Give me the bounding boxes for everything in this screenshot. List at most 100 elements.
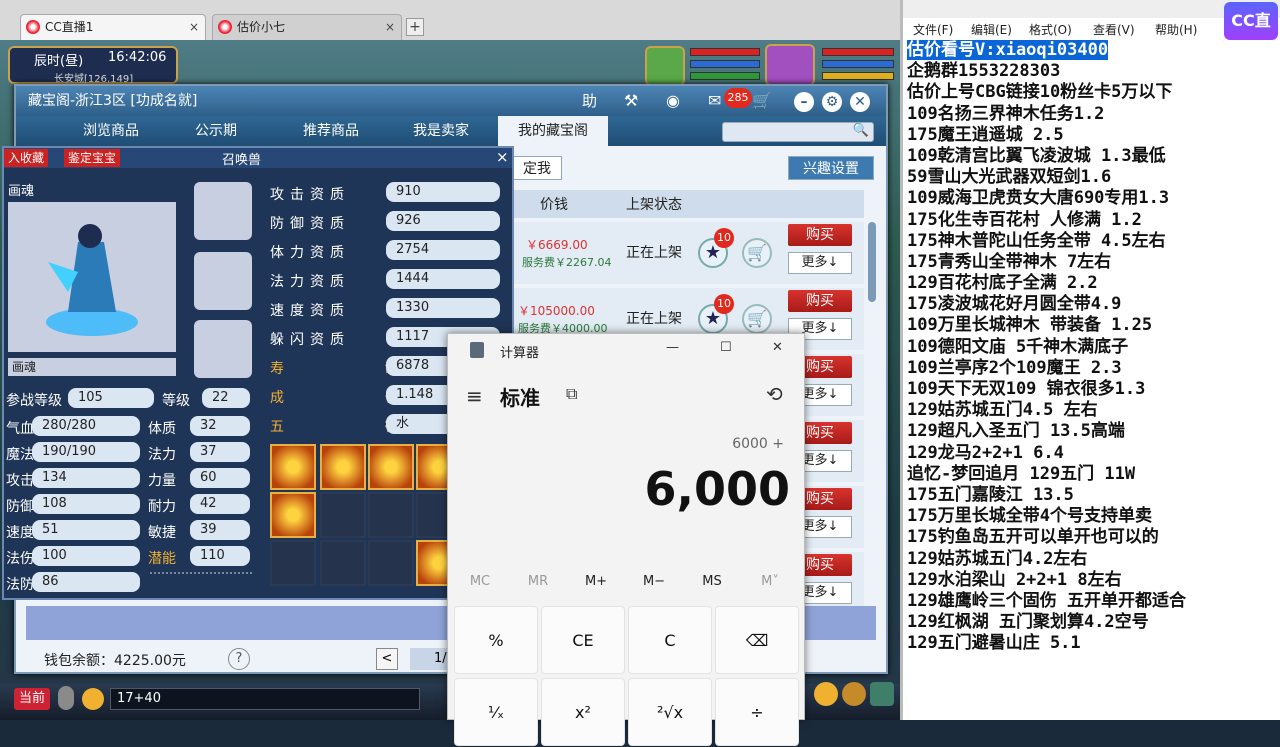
close-icon[interactable]: ×: [189, 15, 199, 39]
record-icon[interactable]: ◉: [666, 86, 680, 116]
browser-tab-appraiser[interactable]: 估价小七 ×: [212, 14, 402, 40]
pattern-divider: [150, 572, 252, 584]
menu-edit[interactable]: 编辑(E): [971, 21, 1012, 38]
appraise-tag[interactable]: 鉴定宝宝: [64, 149, 121, 167]
skill-slot[interactable]: [320, 444, 366, 490]
search-icon[interactable]: 🔍: [853, 123, 869, 138]
pet-portrait[interactable]: [645, 46, 685, 86]
skill-slot[interactable]: [270, 492, 316, 538]
keep-on-top-icon[interactable]: ⧉: [566, 384, 577, 404]
memory-list-button[interactable]: M˅: [742, 574, 798, 589]
skill-slot[interactable]: [368, 444, 414, 490]
message-icon[interactable]: ✉: [708, 86, 721, 116]
backspace-key[interactable]: ⌫: [715, 606, 799, 674]
reciprocal-key[interactable]: ¹⁄ₓ: [454, 678, 538, 746]
prev-page-button[interactable]: <: [376, 648, 398, 670]
stat-value: 105: [68, 388, 154, 408]
browser-tab-cc-live[interactable]: CC直播1 ×: [20, 14, 206, 40]
menu-icon[interactable]: ≡: [466, 384, 483, 408]
skill-slot[interactable]: [270, 444, 316, 490]
maximize-icon[interactable]: ☐: [720, 340, 732, 355]
cbg-title: 藏宝阁-浙江3区 [功成名就]: [28, 93, 198, 109]
cart-icon[interactable]: 🛒: [742, 238, 772, 268]
notepad-line: 109威海卫虎贲女大唐690专用1.3: [907, 188, 1280, 209]
tab-recommended[interactable]: 推荐商品: [276, 116, 386, 146]
tab-my-cbg[interactable]: 我的藏宝阁: [498, 116, 608, 146]
clear-key[interactable]: C: [628, 606, 712, 674]
ms-button[interactable]: MS: [684, 574, 740, 589]
minimize-icon[interactable]: —: [666, 340, 679, 355]
time-period: 辰时(昼): [34, 54, 84, 69]
team-icon[interactable]: [842, 682, 866, 706]
cart-icon[interactable]: 🛒: [742, 304, 772, 334]
scrollbar[interactable]: [868, 222, 876, 302]
cart-icon[interactable]: 🛒: [752, 86, 772, 116]
table-row[interactable]: ￥6669.00 服务费￥2267.04 正在上架 ★ 10 🛒 购买 更多↓: [514, 222, 864, 284]
interest-settings-button[interactable]: 兴趣设置: [788, 156, 874, 180]
close-icon[interactable]: ×: [496, 148, 509, 166]
close-icon[interactable]: ✕: [850, 92, 870, 112]
minimize-icon[interactable]: –: [794, 92, 814, 112]
tab-browse[interactable]: 浏览商品: [56, 116, 166, 146]
apt-label: 躲闪资质: [270, 332, 350, 348]
search-input[interactable]: 🔍: [722, 122, 874, 142]
notepad-line-text: 109兰亭序2个109魔王 2.3: [907, 357, 1122, 378]
pet-name-field[interactable]: 画魂: [8, 358, 176, 376]
system-icon[interactable]: [870, 682, 894, 706]
calculator-icon: [470, 342, 484, 358]
row-status: 正在上架: [626, 245, 682, 261]
chat-input[interactable]: 17+40: [110, 688, 420, 710]
apt-label: 法力资质: [270, 274, 350, 290]
settings-icon[interactable]: ⚙: [822, 92, 842, 112]
notepad-line: 129龙马2+2+1 6.4: [907, 443, 1280, 464]
divide-key[interactable]: ÷: [715, 678, 799, 746]
menu-help[interactable]: 帮助(H): [1155, 21, 1197, 38]
notepad-line: 109乾清宫比翼飞凌波城 1.3最低: [907, 146, 1280, 167]
filter-button[interactable]: 定我: [512, 156, 562, 180]
hammer-icon[interactable]: ⚒: [624, 86, 638, 116]
mp-bar: [690, 60, 760, 68]
add-favorite-tag[interactable]: 入收藏: [4, 149, 49, 167]
armor-icon[interactable]: [194, 320, 252, 378]
menu-format[interactable]: 格式(O): [1029, 21, 1072, 38]
microphone-icon[interactable]: [58, 686, 74, 710]
buy-button[interactable]: 购买: [788, 290, 852, 312]
sqrt-key[interactable]: ²√x: [628, 678, 712, 746]
help-icon[interactable]: ?: [228, 648, 250, 670]
tab-public[interactable]: 公示期: [166, 116, 266, 146]
emoji-icon[interactable]: [82, 688, 104, 710]
tab-seller[interactable]: 我是卖家: [386, 116, 496, 146]
menu-view[interactable]: 查看(V): [1093, 21, 1135, 38]
game-clock: 辰时(昼) 16:42:06 长安城[126,149]: [8, 46, 178, 85]
square-key[interactable]: x²: [541, 678, 625, 746]
mr-button[interactable]: MR: [510, 574, 566, 589]
smile-icon[interactable]: [814, 682, 838, 706]
assist-button[interactable]: 助: [582, 86, 597, 116]
close-icon[interactable]: ✕: [772, 340, 783, 355]
mc-button[interactable]: MC: [452, 574, 508, 589]
new-tab-button[interactable]: +: [406, 18, 424, 36]
buy-button[interactable]: 购买: [788, 224, 852, 246]
menu-file[interactable]: 文件(F): [913, 21, 953, 38]
close-icon[interactable]: ×: [385, 15, 395, 39]
stat-value: 51: [32, 520, 140, 540]
m-plus-button[interactable]: M+: [568, 574, 624, 589]
history-icon[interactable]: ⟲: [766, 382, 783, 406]
stat-label: 耐力: [148, 499, 176, 515]
player-portrait[interactable]: [765, 44, 815, 86]
more-button[interactable]: 更多↓: [788, 252, 852, 274]
channel-current[interactable]: 当前: [14, 688, 50, 710]
ce-key[interactable]: CE: [541, 606, 625, 674]
player-hp-bar: [822, 48, 894, 56]
col-status: 上架状态: [626, 197, 682, 213]
apt-label: 攻击资质: [270, 187, 350, 203]
ring-icon[interactable]: [194, 252, 252, 310]
notepad-text[interactable]: 估价看号V:xiaoqi03400 企鹅群1553228303 估价上号CBG链接1…: [907, 40, 1280, 654]
notepad-line-text: 175钓鱼岛五开可以单开也可以的: [907, 527, 1159, 548]
stat-value: 110: [190, 546, 250, 566]
shield-icon[interactable]: [194, 182, 252, 240]
percent-key[interactable]: %: [454, 606, 538, 674]
notepad-line-text: 175神木普陀山任务全带 4.5左右: [907, 230, 1166, 251]
notepad-line-text: 129姑苏城五门4.2左右: [907, 548, 1088, 569]
m-minus-button[interactable]: M−: [626, 574, 682, 589]
